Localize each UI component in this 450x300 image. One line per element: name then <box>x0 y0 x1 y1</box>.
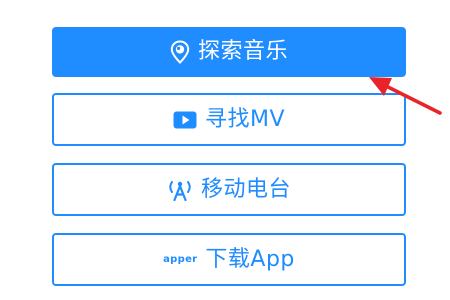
find-mv-button[interactable]: 寻找MV <box>52 93 406 146</box>
video-play-icon <box>173 111 197 129</box>
mobile-radio-button[interactable]: 移动电台 <box>52 163 406 216</box>
explore-music-label: 探索音乐 <box>197 39 288 64</box>
mobile-radio-label: 移动电台 <box>200 176 291 202</box>
apper-logo-icon: apper <box>163 254 198 265</box>
find-mv-label: 寻找MV <box>204 106 286 132</box>
radio-tower-icon <box>167 179 193 201</box>
location-pin-icon <box>170 40 190 64</box>
download-app-label: 下载App <box>205 246 295 272</box>
explore-music-button[interactable]: 探索音乐 <box>52 27 406 77</box>
menu-screen: 探索音乐 寻找MV 移动电台 apper 下载App <box>0 0 450 300</box>
download-app-button[interactable]: apper 下载App <box>52 233 406 286</box>
